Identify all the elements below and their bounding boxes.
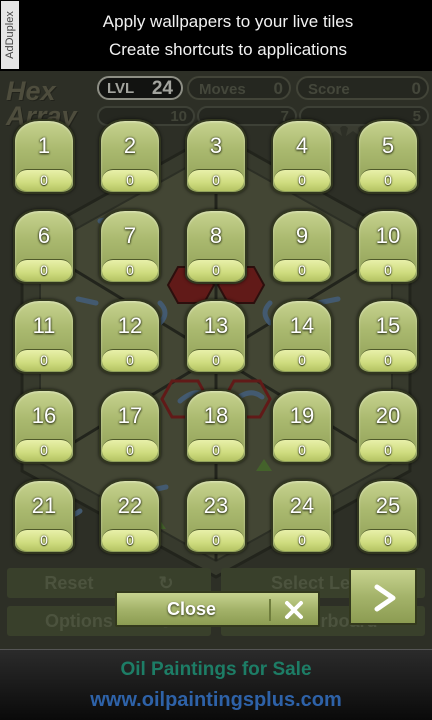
level-score: 0 (188, 349, 244, 371)
ad-provider-label: AdDuplex (1, 1, 19, 69)
level-score: 0 (360, 259, 416, 281)
top-ad-banner[interactable]: AdDuplex Apply wallpapers to your live t… (0, 0, 432, 71)
level-number: 22 (117, 493, 143, 518)
level-number: 2 (123, 133, 137, 158)
level-tile[interactable]: 11 0 (13, 299, 75, 374)
next-button[interactable] (349, 568, 417, 625)
level-score: 0 (274, 439, 330, 461)
level-score: 0 (274, 169, 330, 191)
level-score: 0 (16, 169, 72, 191)
level-score: 0 (274, 529, 330, 551)
level-score: 0 (16, 529, 72, 551)
level-number: 18 (203, 403, 229, 428)
level-tile[interactable]: 10 0 (357, 209, 419, 284)
level-number: 17 (117, 403, 143, 428)
level-number: 11 (32, 313, 56, 338)
level-score: 0 (16, 349, 72, 371)
level-number: 8 (209, 223, 223, 248)
level-tile[interactable]: 19 0 (271, 389, 333, 464)
level-tile[interactable]: 12 0 (99, 299, 161, 374)
close-divider (269, 599, 271, 621)
level-number: 13 (203, 313, 229, 338)
level-score: 0 (188, 169, 244, 191)
level-score: 0 (360, 169, 416, 191)
ad-url: www.oilpaintingsplus.com (90, 689, 342, 711)
level-tile[interactable]: 30 (185, 119, 247, 194)
level-number: 16 (31, 403, 57, 428)
level-number: 1 (37, 133, 51, 158)
level-score: 0 (16, 259, 72, 281)
level-tile[interactable]: 22 0 (99, 479, 161, 554)
level-tile[interactable]: 60 (13, 209, 75, 284)
level-score: 0 (102, 259, 158, 281)
level-number: 19 (289, 403, 315, 428)
level-tile[interactable]: 50 (357, 119, 419, 194)
level-number: 20 (375, 403, 401, 428)
level-tile[interactable]: 16 0 (13, 389, 75, 464)
level-score: 0 (16, 439, 72, 461)
level-tile[interactable]: 80 (185, 209, 247, 284)
level-number: 7 (123, 223, 137, 248)
level-tile[interactable]: 14 0 (271, 299, 333, 374)
close-button[interactable]: Close (115, 591, 320, 627)
level-number: 9 (295, 223, 309, 248)
level-score: 0 (102, 529, 158, 551)
level-tile[interactable]: 25 0 (357, 479, 419, 554)
level-number: 25 (375, 493, 401, 518)
level-number: 6 (37, 223, 51, 248)
level-tile[interactable]: 24 0 (271, 479, 333, 554)
level-score: 0 (360, 529, 416, 551)
level-score: 0 (360, 349, 416, 371)
level-score: 0 (102, 169, 158, 191)
level-number: 5 (381, 133, 395, 158)
level-score: 0 (188, 259, 244, 281)
level-tile[interactable]: 23 0 (185, 479, 247, 554)
level-score: 0 (188, 529, 244, 551)
level-number: 14 (289, 313, 315, 338)
level-score: 0 (274, 259, 330, 281)
app-root: AdDuplex Apply wallpapers to your live t… (0, 0, 432, 720)
close-x-icon (285, 601, 303, 619)
level-number: 4 (295, 133, 309, 158)
level-tile[interactable]: 20 0 (357, 389, 419, 464)
level-number: 24 (289, 493, 315, 518)
level-tile[interactable]: 21 0 (13, 479, 75, 554)
bottom-ad-banner[interactable]: Oil Paintings for Sale www.oilpaintingsp… (0, 649, 432, 720)
level-number: 12 (117, 313, 143, 338)
level-number: 10 (375, 223, 401, 248)
arrow-right-icon (374, 584, 396, 612)
level-score: 0 (360, 439, 416, 461)
level-number: 23 (203, 493, 229, 518)
level-tile[interactable]: 10 (13, 119, 75, 194)
close-label: Close (167, 599, 217, 619)
level-tile[interactable]: 40 (271, 119, 333, 194)
level-tile[interactable]: 15 0 (357, 299, 419, 374)
level-tile[interactable]: 90 (271, 209, 333, 284)
level-number: 15 (375, 313, 401, 338)
game-area: Hex Array LVL 24 Moves 0 Score 0 10 7 5 (0, 71, 432, 649)
ad-title: Oil Paintings for Sale (120, 659, 312, 680)
level-score: 0 (102, 349, 158, 371)
level-score: 0 (102, 439, 158, 461)
level-score: 0 (188, 439, 244, 461)
ad-text-line-2: Create shortcuts to applications (108, 40, 348, 59)
level-tile[interactable]: 18 0 (185, 389, 247, 464)
ad-text-line-1: Apply wallpapers to your live tiles (102, 12, 354, 31)
level-tile[interactable]: 70 (99, 209, 161, 284)
level-tile[interactable]: 20 (99, 119, 161, 194)
level-tile[interactable]: 13 0 (185, 299, 247, 374)
level-number: 21 (31, 493, 57, 518)
level-score: 0 (274, 349, 330, 371)
level-number: 3 (209, 133, 223, 158)
level-tile[interactable]: 17 0 (99, 389, 161, 464)
